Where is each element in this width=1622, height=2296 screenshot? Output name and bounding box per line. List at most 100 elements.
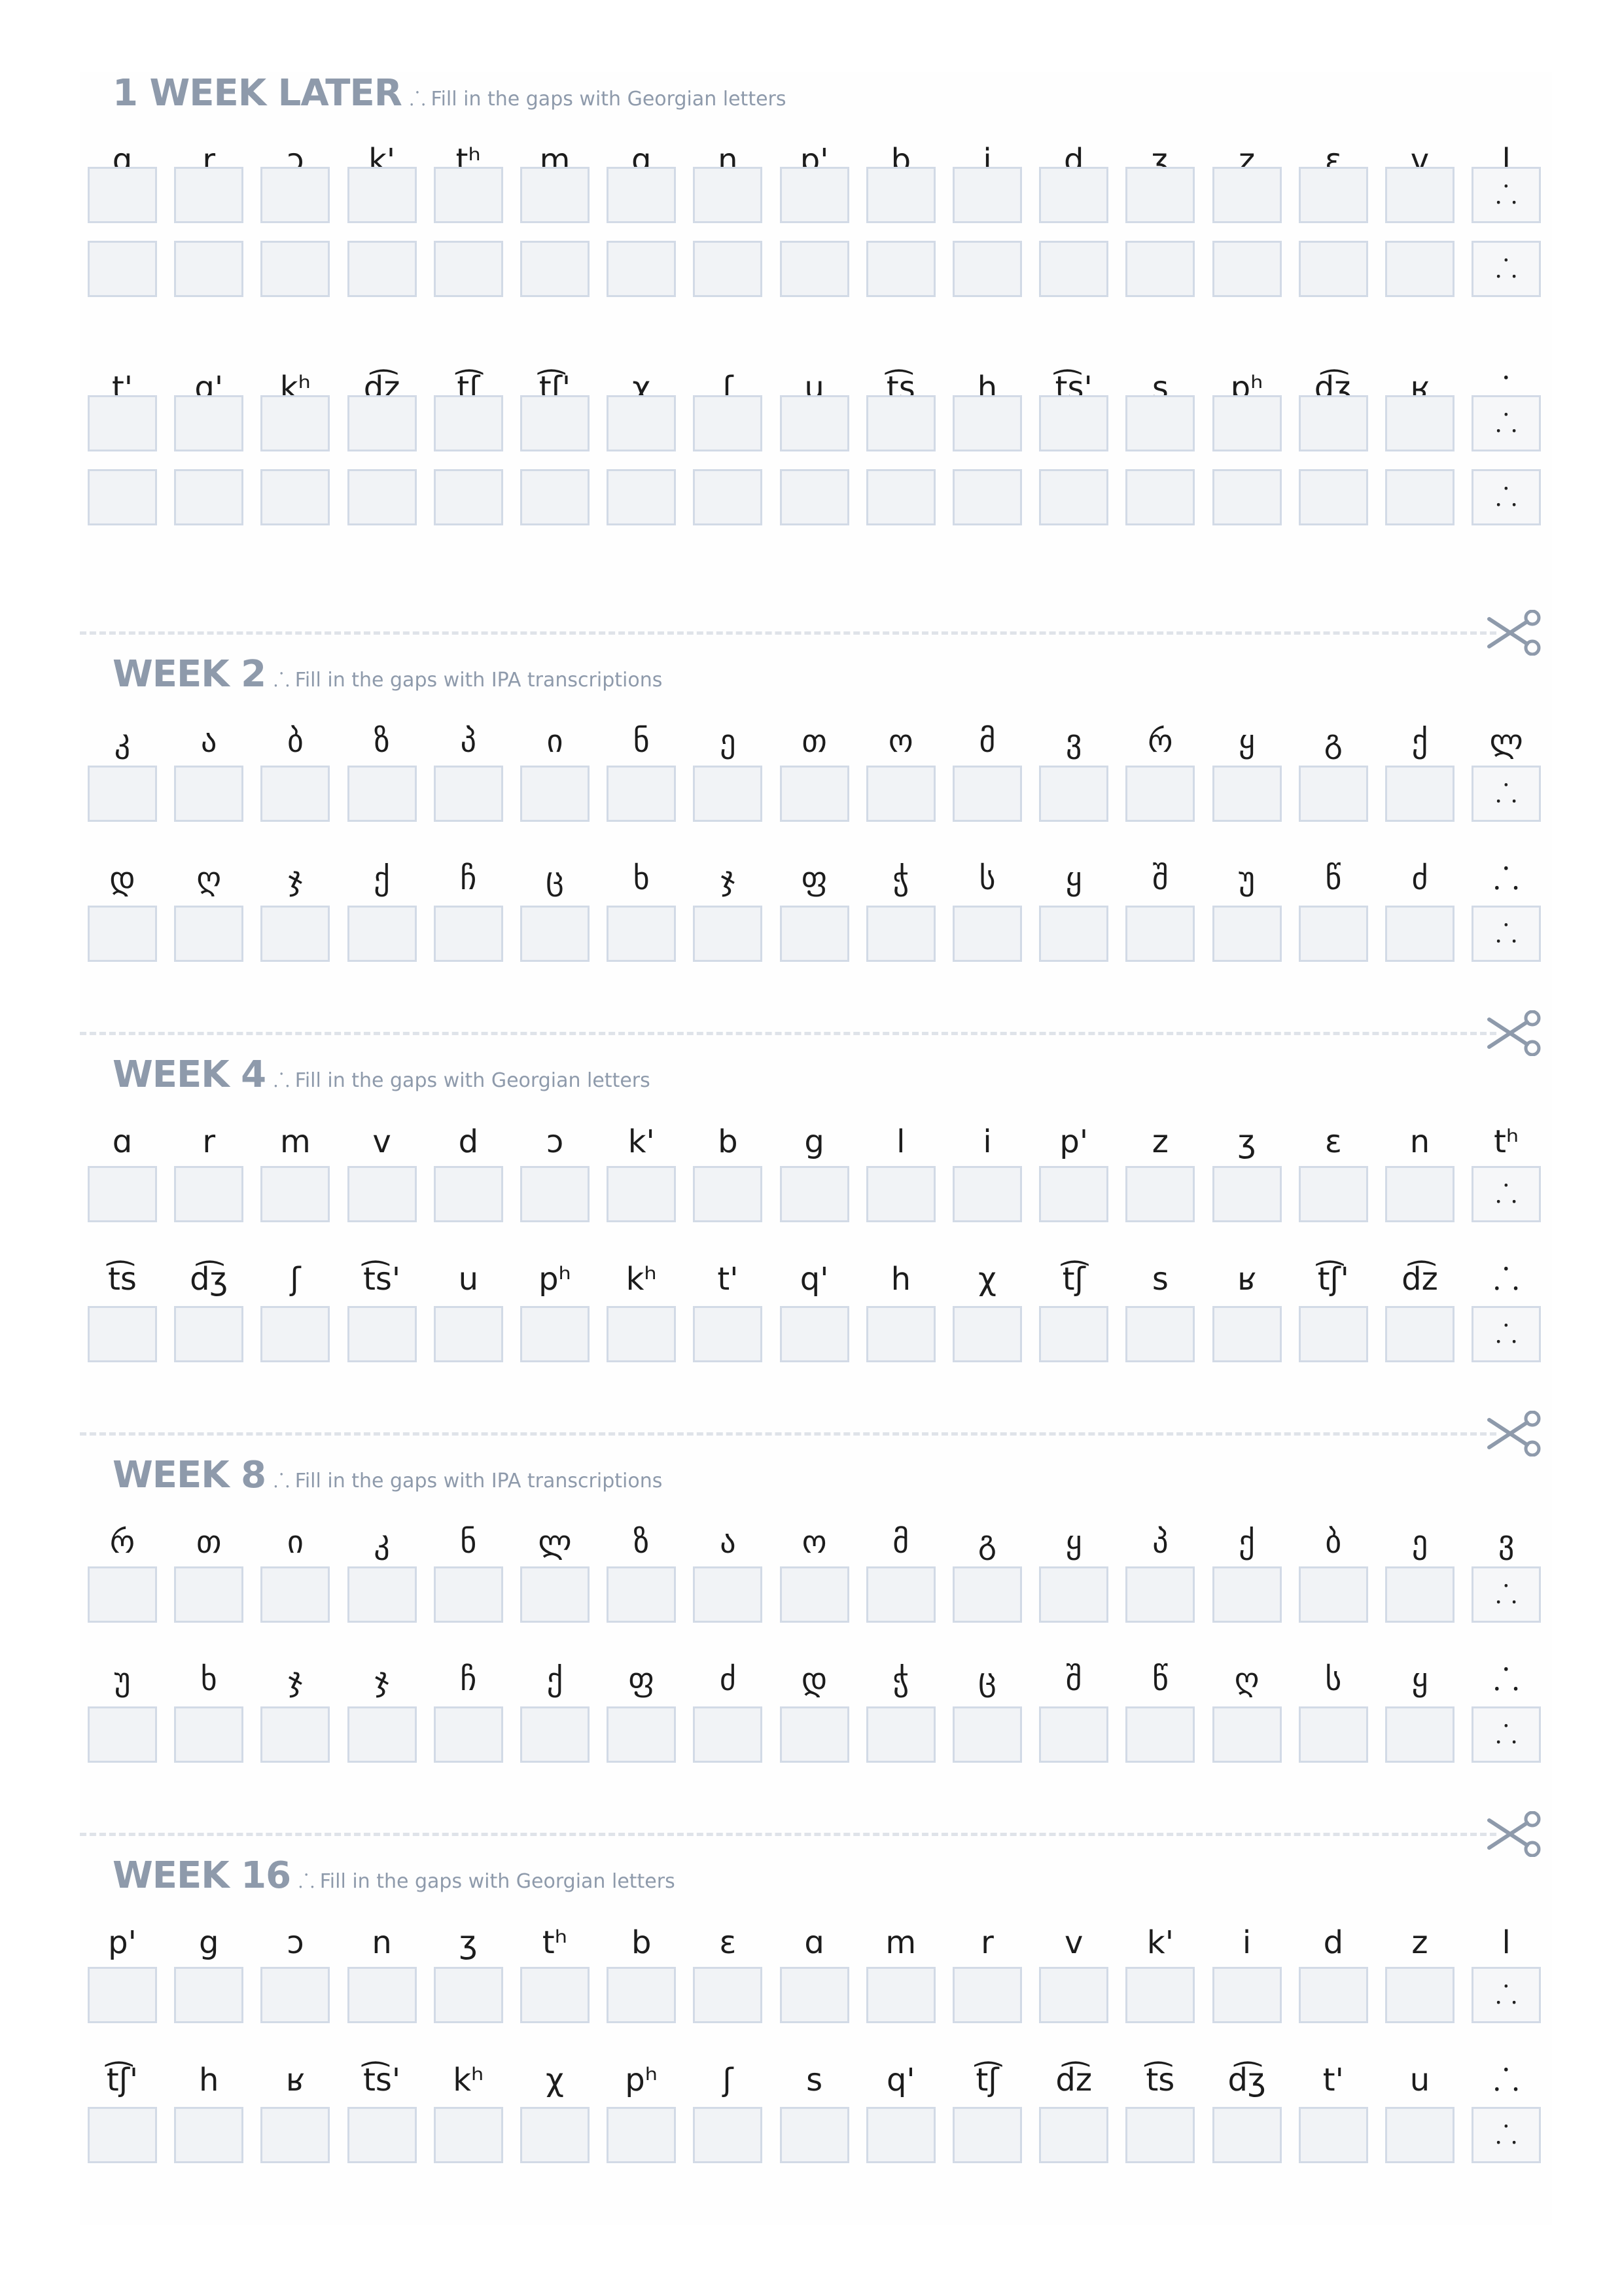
answer-box[interactable] bbox=[953, 167, 1022, 223]
answer-box[interactable] bbox=[693, 241, 763, 297]
answer-box[interactable] bbox=[260, 1166, 330, 1222]
answer-box[interactable] bbox=[779, 906, 849, 962]
answer-box[interactable] bbox=[260, 766, 330, 822]
answer-box[interactable] bbox=[1212, 469, 1282, 525]
answer-box[interactable] bbox=[1212, 167, 1282, 223]
answer-box[interactable] bbox=[174, 1306, 244, 1362]
answer-box[interactable] bbox=[693, 766, 763, 822]
answer-box[interactable] bbox=[1298, 766, 1368, 822]
answer-box[interactable] bbox=[953, 1166, 1022, 1222]
answer-box[interactable] bbox=[260, 241, 330, 297]
answer-box[interactable] bbox=[693, 395, 763, 451]
answer-box[interactable] bbox=[260, 2107, 330, 2163]
answer-box[interactable] bbox=[1212, 1566, 1282, 1623]
answer-box[interactable] bbox=[1385, 469, 1455, 525]
answer-box[interactable] bbox=[347, 167, 417, 223]
answer-box[interactable] bbox=[1212, 766, 1282, 822]
answer-box[interactable] bbox=[1125, 1566, 1195, 1623]
answer-box[interactable] bbox=[866, 1967, 936, 2023]
answer-box[interactable] bbox=[1039, 469, 1109, 525]
answer-box[interactable] bbox=[1298, 469, 1368, 525]
answer-box[interactable] bbox=[347, 469, 417, 525]
answer-box[interactable] bbox=[693, 469, 763, 525]
answer-box[interactable] bbox=[88, 766, 157, 822]
answer-box[interactable] bbox=[1385, 1566, 1455, 1623]
answer-box[interactable] bbox=[866, 1166, 936, 1222]
answer-box[interactable] bbox=[1385, 395, 1455, 451]
answer-box[interactable] bbox=[347, 2107, 417, 2163]
answer-box[interactable] bbox=[779, 241, 849, 297]
answer-box[interactable] bbox=[1125, 167, 1195, 223]
answer-box[interactable] bbox=[433, 906, 503, 962]
answer-box[interactable] bbox=[433, 1566, 503, 1623]
answer-box[interactable] bbox=[433, 1306, 503, 1362]
answer-box[interactable] bbox=[607, 395, 677, 451]
answer-box[interactable] bbox=[866, 906, 936, 962]
answer-box[interactable] bbox=[953, 2107, 1022, 2163]
answer-box[interactable] bbox=[1298, 167, 1368, 223]
answer-box[interactable] bbox=[174, 395, 244, 451]
answer-box[interactable] bbox=[347, 1706, 417, 1763]
answer-box[interactable] bbox=[1125, 395, 1195, 451]
answer-box[interactable] bbox=[260, 1967, 330, 2023]
answer-box[interactable] bbox=[88, 1967, 157, 2023]
answer-box[interactable] bbox=[520, 2107, 590, 2163]
answer-box[interactable] bbox=[260, 469, 330, 525]
answer-box[interactable] bbox=[1039, 241, 1109, 297]
answer-box[interactable] bbox=[347, 1967, 417, 2023]
answer-box[interactable] bbox=[866, 167, 936, 223]
answer-box[interactable] bbox=[953, 241, 1022, 297]
answer-box[interactable] bbox=[347, 766, 417, 822]
answer-box[interactable] bbox=[1298, 395, 1368, 451]
answer-box[interactable] bbox=[433, 766, 503, 822]
answer-box[interactable] bbox=[866, 1566, 936, 1623]
answer-box[interactable] bbox=[866, 469, 936, 525]
answer-box[interactable] bbox=[1125, 241, 1195, 297]
answer-box[interactable] bbox=[693, 2107, 763, 2163]
answer-box[interactable] bbox=[520, 906, 590, 962]
answer-box[interactable] bbox=[779, 1566, 849, 1623]
answer-box[interactable] bbox=[347, 395, 417, 451]
answer-box[interactable] bbox=[347, 1166, 417, 1222]
answer-box[interactable] bbox=[1385, 1166, 1455, 1222]
answer-box[interactable] bbox=[520, 1566, 590, 1623]
answer-box[interactable] bbox=[607, 1306, 677, 1362]
answer-box[interactable] bbox=[88, 2107, 157, 2163]
answer-box[interactable] bbox=[1212, 2107, 1282, 2163]
answer-box[interactable] bbox=[174, 2107, 244, 2163]
answer-box[interactable] bbox=[866, 241, 936, 297]
answer-box[interactable] bbox=[520, 1166, 590, 1222]
answer-box[interactable] bbox=[1125, 469, 1195, 525]
answer-box[interactable] bbox=[520, 766, 590, 822]
answer-box[interactable] bbox=[953, 906, 1022, 962]
answer-box[interactable] bbox=[607, 1967, 677, 2023]
answer-box[interactable] bbox=[1298, 2107, 1368, 2163]
answer-box[interactable] bbox=[88, 1706, 157, 1763]
answer-box[interactable] bbox=[88, 167, 157, 223]
answer-box[interactable] bbox=[433, 395, 503, 451]
answer-box[interactable] bbox=[88, 469, 157, 525]
answer-box[interactable] bbox=[174, 167, 244, 223]
answer-box[interactable] bbox=[1385, 2107, 1455, 2163]
answer-box[interactable] bbox=[1039, 395, 1109, 451]
answer-box[interactable] bbox=[1212, 1166, 1282, 1222]
answer-box[interactable] bbox=[1385, 1706, 1455, 1763]
answer-box[interactable] bbox=[1039, 1306, 1109, 1362]
answer-box[interactable] bbox=[347, 1306, 417, 1362]
answer-box[interactable] bbox=[953, 395, 1022, 451]
answer-box[interactable] bbox=[174, 766, 244, 822]
answer-box[interactable] bbox=[1039, 1706, 1109, 1763]
answer-box[interactable] bbox=[953, 766, 1022, 822]
answer-box[interactable] bbox=[779, 395, 849, 451]
answer-box[interactable] bbox=[779, 2107, 849, 2163]
answer-box[interactable] bbox=[953, 1967, 1022, 2023]
answer-box[interactable] bbox=[1125, 2107, 1195, 2163]
answer-box[interactable] bbox=[1125, 1706, 1195, 1763]
answer-box[interactable] bbox=[693, 906, 763, 962]
answer-box[interactable] bbox=[866, 395, 936, 451]
answer-box[interactable] bbox=[1298, 1967, 1368, 2023]
answer-box[interactable] bbox=[953, 469, 1022, 525]
answer-box[interactable] bbox=[1385, 1967, 1455, 2023]
answer-box[interactable] bbox=[1385, 766, 1455, 822]
answer-box[interactable] bbox=[607, 1566, 677, 1623]
